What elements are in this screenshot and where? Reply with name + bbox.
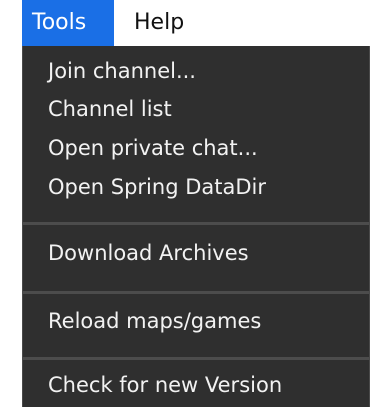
menu-separator xyxy=(23,222,369,225)
menubar-tools[interactable]: Tools xyxy=(22,0,114,46)
menubar-help[interactable]: Help xyxy=(134,0,214,46)
app-window: Tools Help Join channel... Channel list … xyxy=(0,0,379,407)
menu-item-check-new-version[interactable]: Check for new Version xyxy=(23,368,369,402)
menu-item-join-channel[interactable]: Join channel... xyxy=(23,54,369,88)
menubar: Tools Help xyxy=(0,0,379,46)
menu-separator xyxy=(23,357,369,360)
menu-item-download-archives[interactable]: Download Archives xyxy=(23,236,369,270)
menu-item-channel-list[interactable]: Channel list xyxy=(23,92,369,126)
menu-item-open-spring-datadir[interactable]: Open Spring DataDir xyxy=(23,170,369,204)
menu-item-open-private-chat[interactable]: Open private chat... xyxy=(23,131,369,165)
menu-separator xyxy=(23,291,369,294)
menu-item-reload-maps-games[interactable]: Reload maps/games xyxy=(23,304,369,338)
tools-dropdown-menu: Join channel... Channel list Open privat… xyxy=(22,46,370,407)
